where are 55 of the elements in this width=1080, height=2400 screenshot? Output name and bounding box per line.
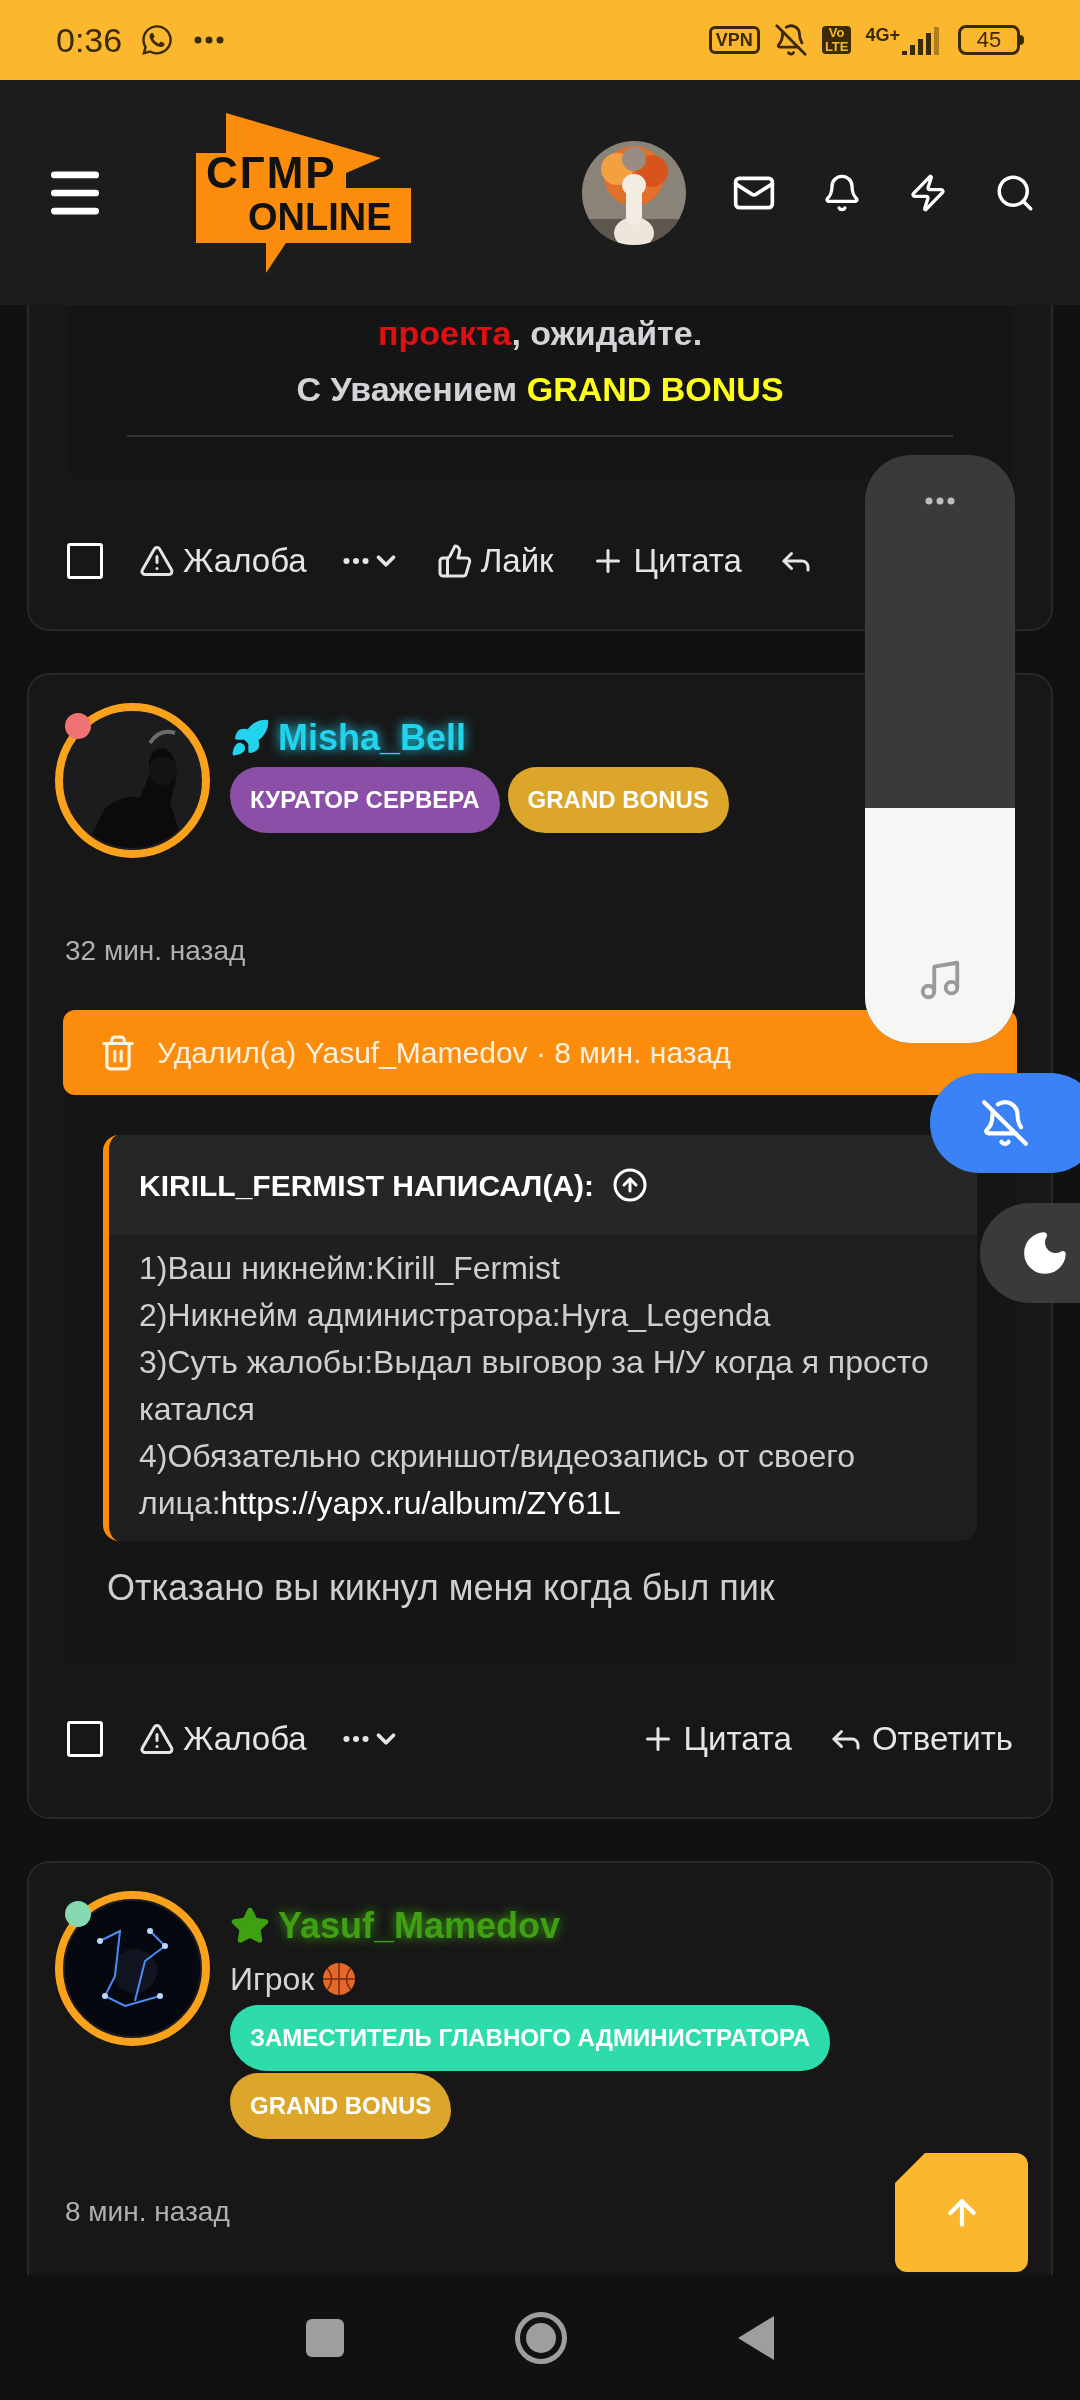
chat-app-icon [140, 23, 175, 57]
more-icon [342, 1735, 369, 1743]
jump-up-icon[interactable] [612, 1167, 649, 1203]
volume-slider[interactable] [865, 455, 1015, 1043]
select-checkbox[interactable] [67, 1721, 103, 1757]
quote-line: 3)Суть жалобы:Выдал выговор за Н/У когда я просто катался [139, 1343, 930, 1429]
warning-icon [139, 543, 175, 579]
volte-indicator: Vo LTE [821, 26, 852, 54]
notice-text: Удалил(а) Yasuf_Mamedov · 8 мин. назад [157, 1035, 731, 1071]
logo[interactable]: СГМР ONLINE [196, 112, 411, 273]
signature-text: С Уважением GRAND BONUS [296, 369, 784, 410]
post-body: Отказано вы кикнул меня когда был пик [106, 1566, 776, 1610]
vpn-indicator: VPN [708, 26, 760, 54]
more-icon [925, 497, 955, 505]
select-checkbox[interactable] [67, 543, 103, 579]
quote-link[interactable]: https://yapx.ru/album/ZY61L [220, 1485, 621, 1521]
warning-icon [139, 1721, 175, 1757]
scroll-top-button[interactable] [895, 2153, 1028, 2272]
quote-button[interactable]: Цитата [639, 1714, 792, 1764]
thumbs-up-icon [436, 543, 473, 579]
username[interactable]: Yasuf_Mamedov [278, 1899, 561, 1953]
user-title: Игрок [230, 1960, 315, 1999]
quote-line: 4)Обязательно скриншот/видеозапись от своего лица:https://yapx.ru/album/ZY61L [139, 1437, 857, 1523]
reply-button[interactable]: Ответить [827, 1714, 1013, 1764]
quote-button[interactable]: Цитата [589, 536, 742, 586]
quote-line: 2)Никнейм администратора:Hyra_Legenda [139, 1296, 772, 1335]
star-icon [230, 1906, 270, 1946]
report-button[interactable]: Жалоба [139, 1714, 307, 1764]
report-button[interactable]: Жалоба [139, 536, 307, 586]
role-badge: КУРАТОР СЕРВЕРА [230, 767, 500, 833]
back-button[interactable] [738, 2315, 775, 2360]
network-label: 4G+ [865, 25, 900, 45]
home-button[interactable] [515, 2311, 567, 2364]
mute-button[interactable] [930, 1073, 1080, 1173]
like-button[interactable]: Лайк [436, 536, 554, 586]
role-badge: ЗАМЕСТИТЕЛЬ ГЛАВНОГО АДМИНИСТРАТОРА [230, 2005, 831, 2071]
basketball-icon [322, 1962, 357, 1996]
battery-indicator: 45 [958, 25, 1024, 55]
signature-text: проекта, ожидайте. [377, 313, 703, 354]
more-icon [194, 36, 225, 44]
bell-off-icon [980, 1098, 1030, 1148]
username[interactable]: Misha_Bell [278, 711, 467, 765]
bell-icon[interactable] [822, 172, 862, 213]
rocket-icon [230, 718, 270, 758]
quote-line: 1)Ваш никнейм:Kirill_Fermist [139, 1249, 561, 1288]
lightning-icon[interactable] [908, 172, 948, 213]
post-time[interactable]: 8 мин. назад [29, 2191, 1051, 2233]
role-badge: GRAND BONUS [230, 2073, 452, 2139]
role-badge: GRAND BONUS [507, 767, 729, 833]
clock: 0:36 [56, 19, 123, 61]
post-time[interactable]: 32 мин. назад [29, 930, 1051, 972]
more-icon [342, 557, 369, 565]
recents-button[interactable] [305, 2318, 344, 2357]
trash-icon [99, 1033, 137, 1072]
silent-icon [773, 23, 808, 57]
